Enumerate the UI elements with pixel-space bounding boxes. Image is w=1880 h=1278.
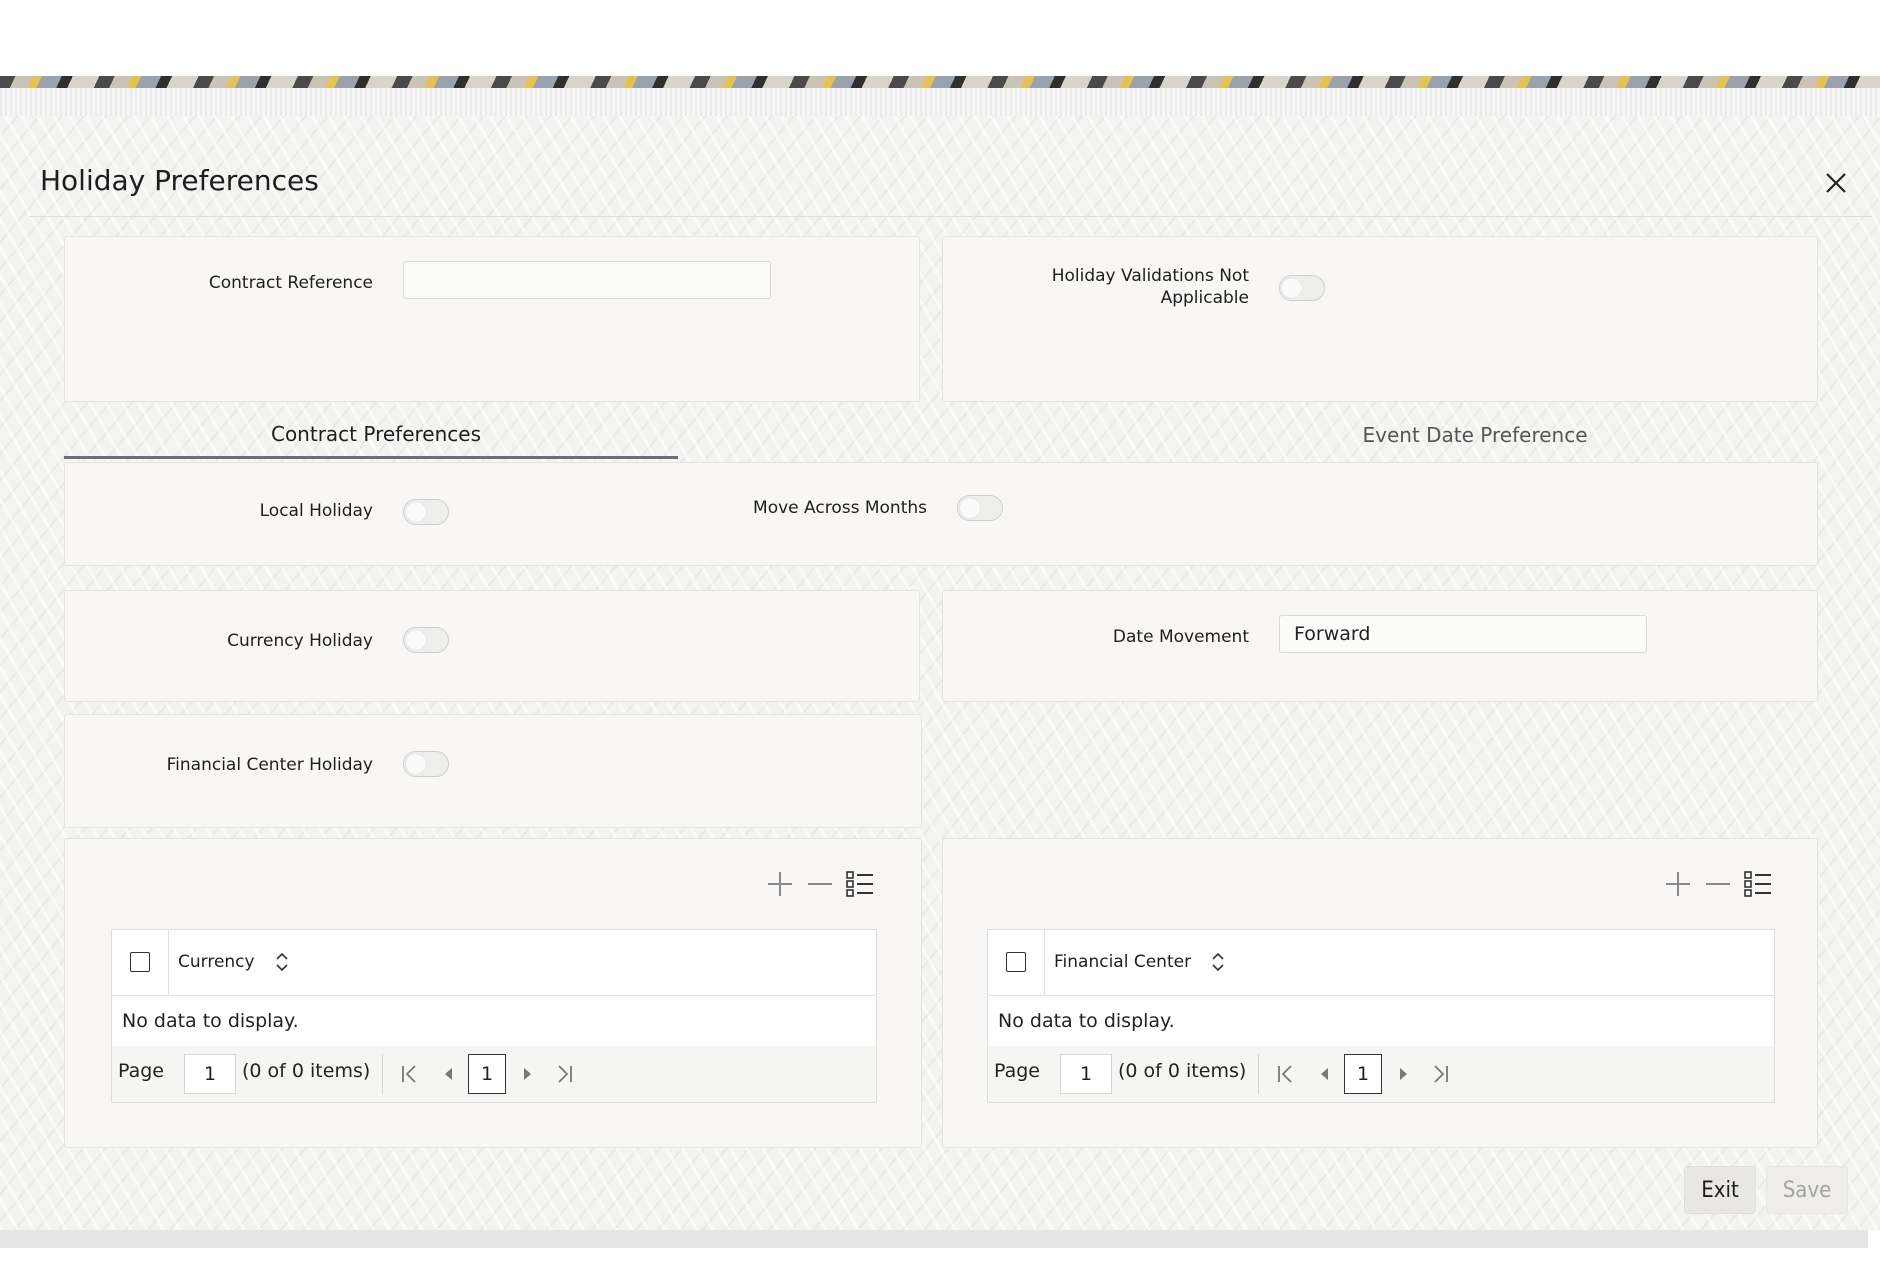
plus-icon: [1666, 872, 1690, 896]
page-number-input[interactable]: 1: [1060, 1054, 1112, 1094]
holiday-validations-panel: Holiday Validations Not Applicable: [942, 236, 1818, 402]
local-holiday-panel: Local Holiday Move Across Months: [64, 462, 1818, 566]
date-movement-select[interactable]: Forward: [1279, 615, 1647, 653]
current-page[interactable]: 1: [1344, 1054, 1382, 1094]
last-page-icon: [1434, 1065, 1448, 1083]
last-page-button[interactable]: [1426, 1060, 1454, 1088]
pagination-divider: [1258, 1054, 1259, 1094]
next-page-icon: [524, 1068, 531, 1080]
minus-icon: [808, 883, 832, 885]
sort-icon[interactable]: [274, 950, 290, 974]
financial-center-holiday-label: Financial Center Holiday: [166, 755, 373, 775]
previous-page-icon: [445, 1068, 452, 1080]
holiday-validations-label-line1: Holiday Validations Not: [1051, 266, 1249, 286]
exit-button[interactable]: Exit: [1684, 1166, 1756, 1214]
first-page-button[interactable]: [1272, 1060, 1300, 1088]
close-button[interactable]: [1818, 166, 1854, 202]
tab-event-date-preference[interactable]: Event Date Preference: [1130, 423, 1820, 447]
next-page-button[interactable]: [1390, 1060, 1418, 1088]
contract-reference-label: Contract Reference: [208, 273, 373, 293]
currency-table-header: Currency: [112, 930, 876, 996]
item-count: (0 of 0 items): [1118, 1060, 1247, 1082]
move-across-months-label: Move Across Months: [753, 498, 927, 518]
header-banner: [0, 76, 1880, 88]
holiday-validations-label-line2: Applicable: [1160, 288, 1249, 308]
tab-contract-preferences[interactable]: Contract Preferences: [64, 422, 688, 446]
financial-center-holiday-toggle[interactable]: [403, 751, 449, 777]
page-number-input[interactable]: 1: [184, 1054, 236, 1094]
banner-texture: [0, 88, 1880, 116]
financial-center-table-header: Financial Center: [988, 930, 1774, 996]
pagination-divider: [382, 1054, 383, 1094]
previous-page-icon: [1321, 1068, 1328, 1080]
first-page-icon: [402, 1065, 416, 1083]
currency-grid-toolbar: [765, 867, 875, 901]
last-page-icon: [558, 1065, 572, 1083]
list-details-icon: [846, 871, 873, 897]
status-bar: [0, 1230, 1868, 1248]
close-icon: [1826, 173, 1846, 193]
empty-message: No data to display.: [998, 1010, 1175, 1032]
currency-column-header[interactable]: Currency: [178, 952, 255, 972]
holiday-validations-toggle[interactable]: [1279, 275, 1325, 301]
previous-page-button[interactable]: [1310, 1060, 1338, 1088]
delete-row-button[interactable]: [805, 869, 835, 899]
active-tab-indicator: [64, 456, 678, 459]
financial-center-table: Financial Center No data to display. Pag…: [987, 929, 1775, 1103]
currency-holiday-panel: Currency Holiday: [64, 590, 920, 702]
local-holiday-toggle[interactable]: [403, 499, 449, 525]
item-count: (0 of 0 items): [242, 1060, 371, 1082]
page-label: Page: [994, 1060, 1040, 1082]
financial-center-grid-panel: Financial Center No data to display. Pag…: [942, 838, 1818, 1148]
contract-reference-panel: Contract Reference: [64, 236, 920, 402]
previous-page-button[interactable]: [434, 1060, 462, 1088]
next-page-button[interactable]: [514, 1060, 542, 1088]
financial-center-grid-toolbar: [1663, 867, 1773, 901]
title-divider: [30, 216, 1872, 217]
column-divider: [1044, 930, 1045, 996]
holiday-preferences-dialog: Holiday Preferences Contract Reference H…: [0, 116, 1880, 1230]
column-divider: [168, 930, 169, 996]
currency-pagination: Page 1 (0 of 0 items) 1: [112, 1046, 876, 1102]
currency-table: Currency No data to display. Page 1 (0 o…: [111, 929, 877, 1103]
date-movement-panel: Date Movement Forward: [942, 590, 1818, 702]
plus-icon: [768, 872, 792, 896]
page-label: Page: [118, 1060, 164, 1082]
view-details-button[interactable]: [1743, 869, 1773, 899]
first-page-icon: [1278, 1065, 1292, 1083]
sort-icon[interactable]: [1210, 950, 1226, 974]
contract-reference-input[interactable]: [403, 261, 771, 299]
currency-grid-panel: Currency No data to display. Page 1 (0 o…: [64, 838, 922, 1148]
empty-message: No data to display.: [122, 1010, 299, 1032]
holiday-validations-label: Holiday Validations Not Applicable: [943, 265, 1249, 309]
view-details-button[interactable]: [845, 869, 875, 899]
next-page-icon: [1400, 1068, 1407, 1080]
move-across-months-toggle[interactable]: [957, 495, 1003, 521]
currency-holiday-label: Currency Holiday: [227, 631, 373, 651]
add-row-button[interactable]: [1663, 869, 1693, 899]
financial-center-pagination: Page 1 (0 of 0 items) 1: [988, 1046, 1774, 1102]
minus-icon: [1706, 883, 1730, 885]
date-movement-label: Date Movement: [1112, 627, 1249, 647]
add-row-button[interactable]: [765, 869, 795, 899]
first-page-button[interactable]: [396, 1060, 424, 1088]
select-all-checkbox[interactable]: [1006, 952, 1026, 972]
current-page[interactable]: 1: [468, 1054, 506, 1094]
dialog-title: Holiday Preferences: [40, 164, 319, 197]
delete-row-button[interactable]: [1703, 869, 1733, 899]
last-page-button[interactable]: [550, 1060, 578, 1088]
local-holiday-label: Local Holiday: [259, 501, 373, 521]
financial-center-column-header[interactable]: Financial Center: [1054, 952, 1191, 972]
top-blank-area: [0, 0, 1880, 76]
list-details-icon: [1744, 871, 1771, 897]
financial-center-holiday-panel: Financial Center Holiday: [64, 714, 922, 828]
save-button[interactable]: Save: [1766, 1166, 1848, 1214]
select-all-checkbox[interactable]: [130, 952, 150, 972]
currency-holiday-toggle[interactable]: [403, 627, 449, 653]
